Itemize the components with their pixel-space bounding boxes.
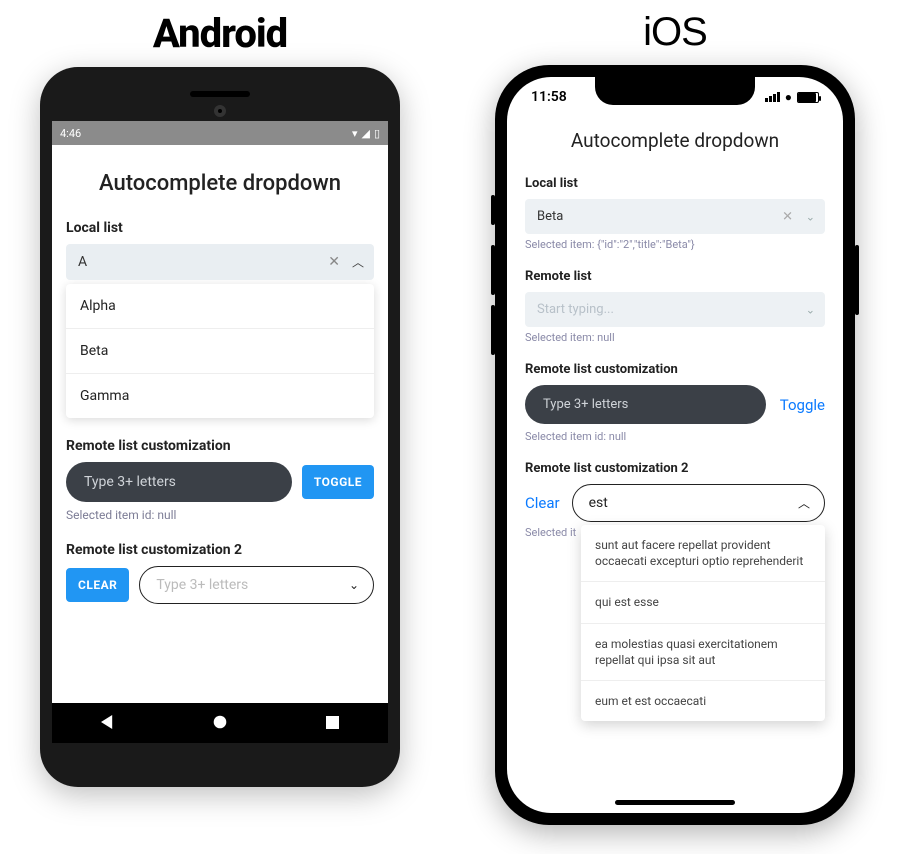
remote-list-input[interactable]: Start typing... ⌄ (525, 292, 825, 327)
local-list-value: A (78, 254, 87, 270)
android-statusbar: 4:46 ▾ ◢ ▯ (52, 121, 388, 145)
dropdown-option[interactable]: sunt aut facere repellat provident occae… (581, 525, 825, 582)
status-time: 4:46 (60, 127, 81, 140)
power-button (855, 245, 859, 315)
status-time: 11:58 (531, 89, 567, 105)
cellular-icon (765, 92, 780, 102)
page-title: Autocomplete dropdown (66, 171, 374, 196)
home-indicator[interactable] (615, 800, 735, 805)
battery-icon (797, 92, 819, 103)
remote-custom2-label: Remote list customization 2 (525, 461, 825, 476)
local-list-input[interactable]: A ✕ ︿ (66, 244, 374, 280)
volume-down (491, 305, 495, 355)
remote-list-placeholder: Start typing... (537, 302, 614, 317)
wifi-icon: ● (785, 90, 792, 104)
dropdown-option[interactable]: ea molestias quasi exercitationem repell… (581, 624, 825, 681)
remote-custom-helper: Selected item id: null (66, 508, 374, 522)
chevron-up-icon[interactable]: ︿ (352, 254, 364, 271)
chevron-down-icon[interactable]: ⌄ (806, 210, 815, 223)
remote-custom-input[interactable]: Type 3+ letters (525, 385, 766, 424)
wifi-icon: ▾ (352, 127, 358, 140)
dropdown-option[interactable]: Beta (66, 329, 374, 374)
ios-screen: 11:58 ● Autocomplete dropdown Local list… (507, 77, 843, 813)
local-list-input[interactable]: Beta ✕ ⌄ (525, 199, 825, 234)
remote-custom2-label: Remote list customization 2 (66, 542, 374, 558)
dropdown-option[interactable]: Alpha (66, 284, 374, 329)
toggle-button[interactable]: Toggle (780, 396, 825, 414)
toggle-button[interactable]: TOGGLE (302, 465, 374, 499)
dropdown-option[interactable]: eum et est occaecati (581, 681, 825, 721)
front-camera (214, 105, 226, 117)
clear-button[interactable]: Clear (525, 494, 560, 512)
remote-custom2-dropdown: sunt aut facere repellat provident occae… (581, 525, 825, 721)
dropdown-option[interactable]: Gamma (66, 374, 374, 418)
local-list-label: Local list (525, 176, 825, 191)
remote-custom2-input[interactable]: Type 3+ letters ⌄ (139, 566, 374, 604)
page-title: Autocomplete dropdown (525, 129, 825, 152)
remote-custom-input[interactable]: Type 3+ letters (66, 462, 292, 502)
notch (595, 77, 755, 105)
remote-custom-label: Remote list customization (66, 438, 374, 454)
local-list-dropdown: Alpha Beta Gamma (66, 284, 374, 418)
remote-custom-label: Remote list customization (525, 362, 825, 377)
android-screen: 4:46 ▾ ◢ ▯ Autocomplete dropdown Local l… (52, 121, 388, 743)
chevron-down-icon[interactable]: ⌄ (806, 303, 815, 316)
remote-custom-helper: Selected item id: null (525, 430, 825, 443)
clear-icon[interactable]: ✕ (328, 254, 340, 270)
mute-switch (491, 195, 495, 225)
speaker-slot (190, 91, 250, 97)
nav-home-icon[interactable] (213, 714, 227, 733)
chevron-down-icon[interactable]: ⌄ (349, 578, 359, 592)
ios-phone-frame: 11:58 ● Autocomplete dropdown Local list… (495, 65, 855, 825)
remote-custom2-input[interactable]: est ︿ (572, 484, 825, 522)
android-navbar (52, 703, 388, 743)
signal-icon: ◢ (361, 127, 369, 140)
clear-button[interactable]: CLEAR (66, 568, 129, 602)
local-list-label: Local list (66, 220, 374, 236)
volume-up (491, 245, 495, 295)
ios-heading: iOS (470, 10, 880, 55)
remote-custom2-value: est (589, 495, 608, 511)
nav-back-icon[interactable] (101, 714, 115, 733)
nav-recent-icon[interactable] (326, 714, 339, 733)
dropdown-option[interactable]: qui est esse (581, 582, 825, 623)
android-phone-frame: 4:46 ▾ ◢ ▯ Autocomplete dropdown Local l… (40, 67, 400, 787)
remote-custom2-placeholder: Type 3+ letters (156, 577, 248, 593)
clear-icon[interactable]: ✕ (782, 209, 793, 224)
android-heading: Android (20, 10, 420, 57)
battery-icon: ▯ (374, 127, 380, 140)
remote-list-label: Remote list (525, 269, 825, 284)
remote-list-helper: Selected item: null (525, 331, 825, 344)
local-list-value: Beta (537, 209, 563, 224)
local-list-helper: Selected item: {"id":"2","title":"Beta"} (525, 238, 825, 251)
chevron-up-icon[interactable]: ︿ (798, 495, 810, 512)
